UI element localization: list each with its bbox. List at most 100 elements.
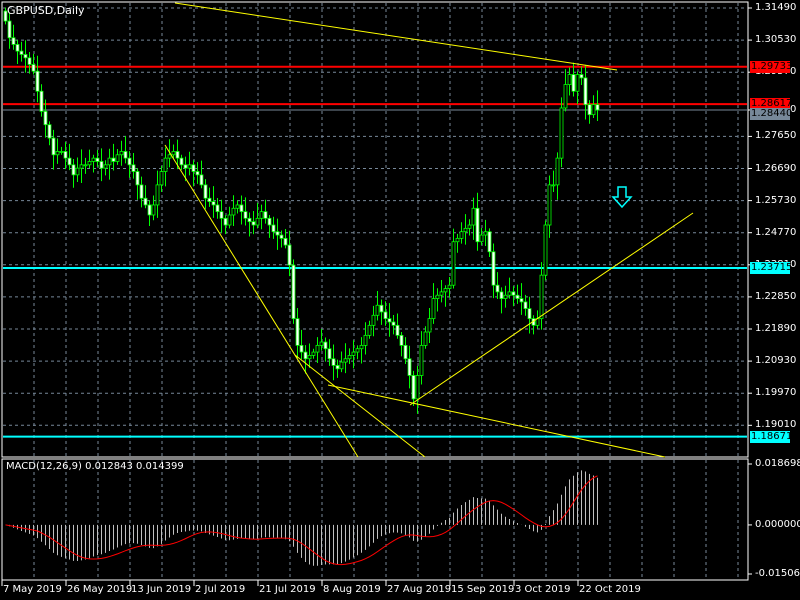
candle-body xyxy=(471,207,476,226)
candle-body xyxy=(571,74,576,92)
candle-body xyxy=(355,348,360,353)
candle-body xyxy=(95,157,100,162)
candle-body xyxy=(259,211,264,219)
date-tick-label: 21 Jul 2019 xyxy=(259,584,316,595)
candle-body xyxy=(295,318,300,346)
candle-body xyxy=(487,231,492,253)
candle-body xyxy=(587,104,592,116)
candle-body xyxy=(35,70,40,92)
support-price-tag: 1.23715 xyxy=(750,261,793,274)
candle-body xyxy=(291,264,296,320)
price-tick-label: 1.25730 xyxy=(755,194,797,206)
candle-body xyxy=(359,344,364,350)
candle-body xyxy=(63,151,68,159)
candle-body xyxy=(59,151,64,153)
price-tick-label: 1.30530 xyxy=(755,34,797,46)
candle-body xyxy=(443,288,448,293)
candle-body xyxy=(315,344,320,353)
date-tick-label: 8 Aug 2019 xyxy=(323,584,381,595)
candle-body xyxy=(387,318,392,323)
candle-body xyxy=(283,237,288,246)
trend-line xyxy=(174,2,618,71)
candle-body xyxy=(139,184,144,199)
candle-body xyxy=(135,171,140,186)
candle-body xyxy=(47,124,52,139)
candle-body xyxy=(371,314,376,326)
candle-body xyxy=(51,137,56,156)
candle-body xyxy=(511,291,516,296)
candle-body xyxy=(403,344,408,360)
candle-body xyxy=(395,324,400,336)
candle-body xyxy=(323,341,328,350)
candle-body xyxy=(111,157,116,162)
candle-body xyxy=(519,298,524,303)
candle-body xyxy=(151,204,156,216)
candle-body xyxy=(495,284,500,293)
price-tick-label: 1.19010 xyxy=(755,419,797,431)
macd-frame xyxy=(1,458,749,581)
candle-body xyxy=(191,164,196,172)
candle-body xyxy=(367,324,372,336)
date-tick-label: 15 Sep 2019 xyxy=(451,584,515,595)
candle-body xyxy=(479,234,484,243)
candle-body xyxy=(195,171,200,176)
candle-body xyxy=(179,157,184,166)
price-chart[interactable] xyxy=(0,0,800,600)
candle-body xyxy=(463,227,468,233)
candle-body xyxy=(303,351,308,360)
candle-body xyxy=(579,74,584,79)
candle-body xyxy=(307,355,312,360)
candle-body xyxy=(351,351,356,356)
candle-body xyxy=(523,301,528,310)
candle-body xyxy=(279,234,284,239)
candle-body xyxy=(187,164,192,169)
candle-body xyxy=(251,221,256,226)
candle-body xyxy=(347,355,352,360)
candle-body xyxy=(515,294,520,299)
candle-body xyxy=(335,365,340,370)
candle-body xyxy=(427,318,432,333)
candle-body xyxy=(263,211,268,219)
candle-body xyxy=(23,54,28,59)
candle-body xyxy=(555,157,560,186)
candle-body xyxy=(67,157,72,166)
candle-body xyxy=(507,291,512,296)
candle-body xyxy=(311,351,316,356)
candle-body xyxy=(543,224,548,276)
price-tick-label: 1.26690 xyxy=(755,162,797,174)
candle-body xyxy=(339,361,344,370)
candle-body xyxy=(239,204,244,213)
price-tick-label: 1.27650 xyxy=(755,130,797,142)
date-tick-label: 3 Oct 2019 xyxy=(515,584,571,595)
candle-body xyxy=(583,77,588,106)
candle-body xyxy=(219,211,224,219)
candle-body xyxy=(131,164,136,172)
chart-title: GBPUSD,Daily xyxy=(7,4,85,17)
candle-body xyxy=(7,20,12,39)
candle-body xyxy=(595,104,600,111)
bid-price-tag: 1.28440 xyxy=(750,107,793,120)
price-tick-label: 1.22850 xyxy=(755,290,797,302)
date-tick-label: 13 Jun 2019 xyxy=(131,584,192,595)
candle-body xyxy=(143,197,148,206)
candle-body xyxy=(275,231,280,236)
candle-body xyxy=(107,157,112,166)
candle-body xyxy=(499,291,504,299)
candle-body xyxy=(331,358,336,366)
candle-body xyxy=(379,304,384,313)
candle-body xyxy=(527,308,532,320)
candle-body xyxy=(363,334,368,346)
candle-body xyxy=(467,224,472,229)
candle-body xyxy=(119,151,124,156)
candle-body xyxy=(423,331,428,346)
candle-body xyxy=(171,151,176,156)
candle-body xyxy=(235,204,240,209)
candle-body xyxy=(551,184,556,187)
candle-body xyxy=(411,375,416,400)
candle-body xyxy=(455,237,460,243)
price-tick-label: 1.20930 xyxy=(755,355,797,367)
candle-body xyxy=(431,298,436,320)
candle-body xyxy=(503,294,508,299)
candle-body xyxy=(231,207,236,216)
candle-body xyxy=(287,244,292,266)
